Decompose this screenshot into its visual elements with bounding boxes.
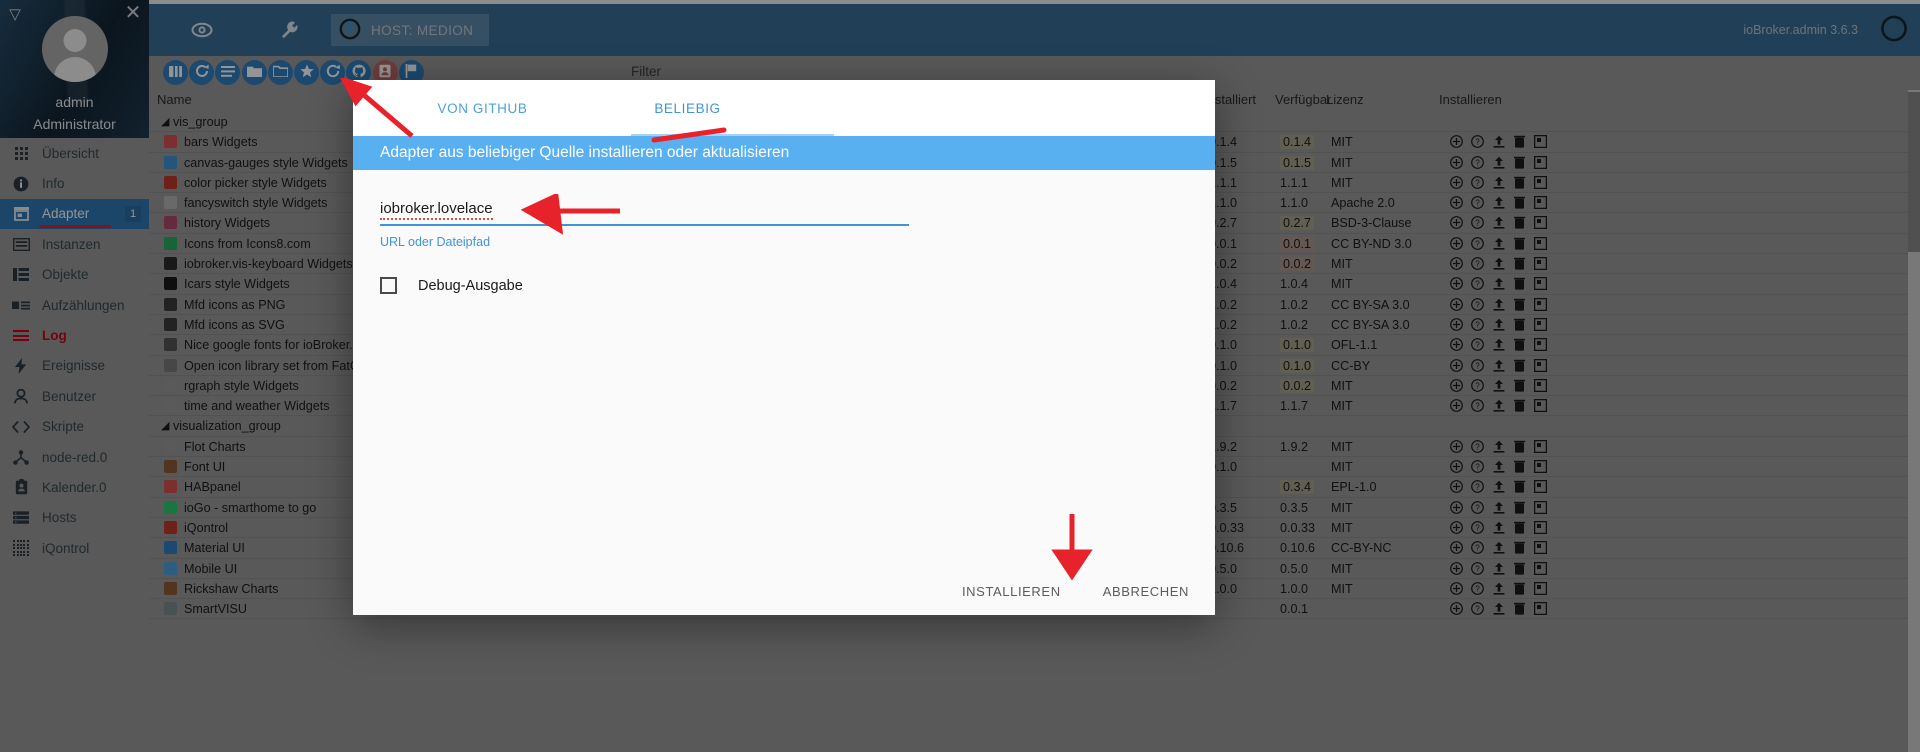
dialog-actions: INSTALLIEREN ABBRECHEN [952,576,1199,607]
debug-output-checkbox[interactable] [380,277,397,294]
url-input[interactable]: iobroker.lovelace [380,200,1188,224]
install-custom-adapter-dialog: VON GITHUB BELIEBIG Adapter aus beliebig… [353,80,1215,615]
url-input-value: iobroker.lovelace [380,200,493,220]
cancel-button[interactable]: ABBRECHEN [1093,576,1199,607]
url-input-underline [380,224,909,226]
url-input-helper: URL oder Dateipfad [380,235,491,249]
tab-beliebig[interactable]: BELIEBIG [585,80,790,136]
url-field-group: iobroker.lovelace URL oder Dateipfad [380,200,1188,249]
tab-von-github[interactable]: VON GITHUB [380,80,585,136]
debug-output-label: Debug-Ausgabe [418,277,523,294]
active-tab-underline [631,134,834,136]
install-button[interactable]: INSTALLIEREN [952,576,1071,607]
debug-output-row[interactable]: Debug-Ausgabe [380,277,1215,294]
dialog-tabs: VON GITHUB BELIEBIG [353,80,1215,136]
dialog-banner: Adapter aus beliebiger Quelle installier… [353,136,1215,170]
